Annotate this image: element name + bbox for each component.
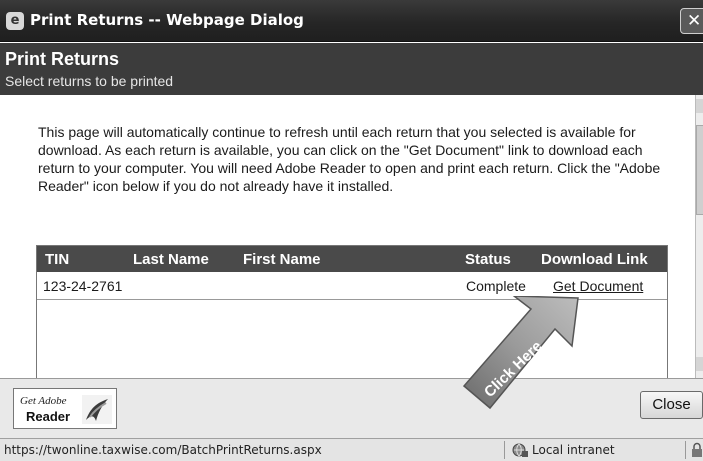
- instructions-text: This page will automatically continue to…: [38, 124, 661, 194]
- vertical-scrollbar[interactable]: [695, 95, 703, 378]
- cell-status: Complete: [466, 278, 526, 294]
- get-adobe-reader-button[interactable]: Get Adobe Reader: [13, 388, 117, 429]
- close-button[interactable]: Close: [640, 391, 703, 419]
- adobe-reader-label: Reader: [26, 409, 71, 424]
- click-here-arrow-icon: Click Here: [462, 296, 579, 410]
- window-title: Print Returns -- Webpage Dialog: [30, 11, 304, 29]
- get-document-link[interactable]: Get Document: [553, 278, 643, 294]
- scroll-thumb[interactable]: [696, 125, 703, 215]
- page-subtitle: Select returns to be printed: [5, 73, 174, 89]
- page-title: Print Returns: [5, 49, 120, 69]
- col-header-download-link: Download Link: [541, 251, 648, 268]
- col-header-tin: TIN: [45, 251, 70, 268]
- security-zone-label: Local intranet: [532, 443, 615, 457]
- lock-icon: [692, 442, 702, 457]
- status-bar: https://twonline.taxwise.com/BatchPrintR…: [0, 438, 703, 461]
- window-close-button[interactable]: ✕: [680, 8, 703, 34]
- adobe-get-label: Get Adobe: [20, 395, 67, 407]
- content-area: This page will automatically continue to…: [0, 95, 695, 378]
- status-url: https://twonline.taxwise.com/BatchPrintR…: [4, 443, 322, 457]
- dialog-footer: Get Adobe Reader Close: [0, 378, 703, 438]
- status-divider: [685, 441, 686, 459]
- cell-tin: 123-24-2761: [43, 278, 123, 294]
- dialog-title-bar: e Print Returns -- Webpage Dialog ✕: [0, 0, 703, 42]
- ie-page-icon: e: [6, 12, 24, 30]
- status-divider: [504, 441, 505, 459]
- col-header-first-name: First Name: [243, 251, 321, 268]
- col-header-last-name: Last Name: [133, 251, 209, 268]
- scroll-up-arrow-icon[interactable]: [696, 99, 703, 113]
- scroll-down-arrow-icon[interactable]: [696, 357, 703, 371]
- col-header-status: Status: [465, 251, 511, 268]
- intranet-globe-icon: [512, 443, 528, 457]
- table-header: TIN Last Name First Name Status Download…: [37, 246, 667, 272]
- page-header: Print Returns Select returns to be print…: [0, 43, 703, 95]
- adobe-reader-icon: [82, 395, 112, 424]
